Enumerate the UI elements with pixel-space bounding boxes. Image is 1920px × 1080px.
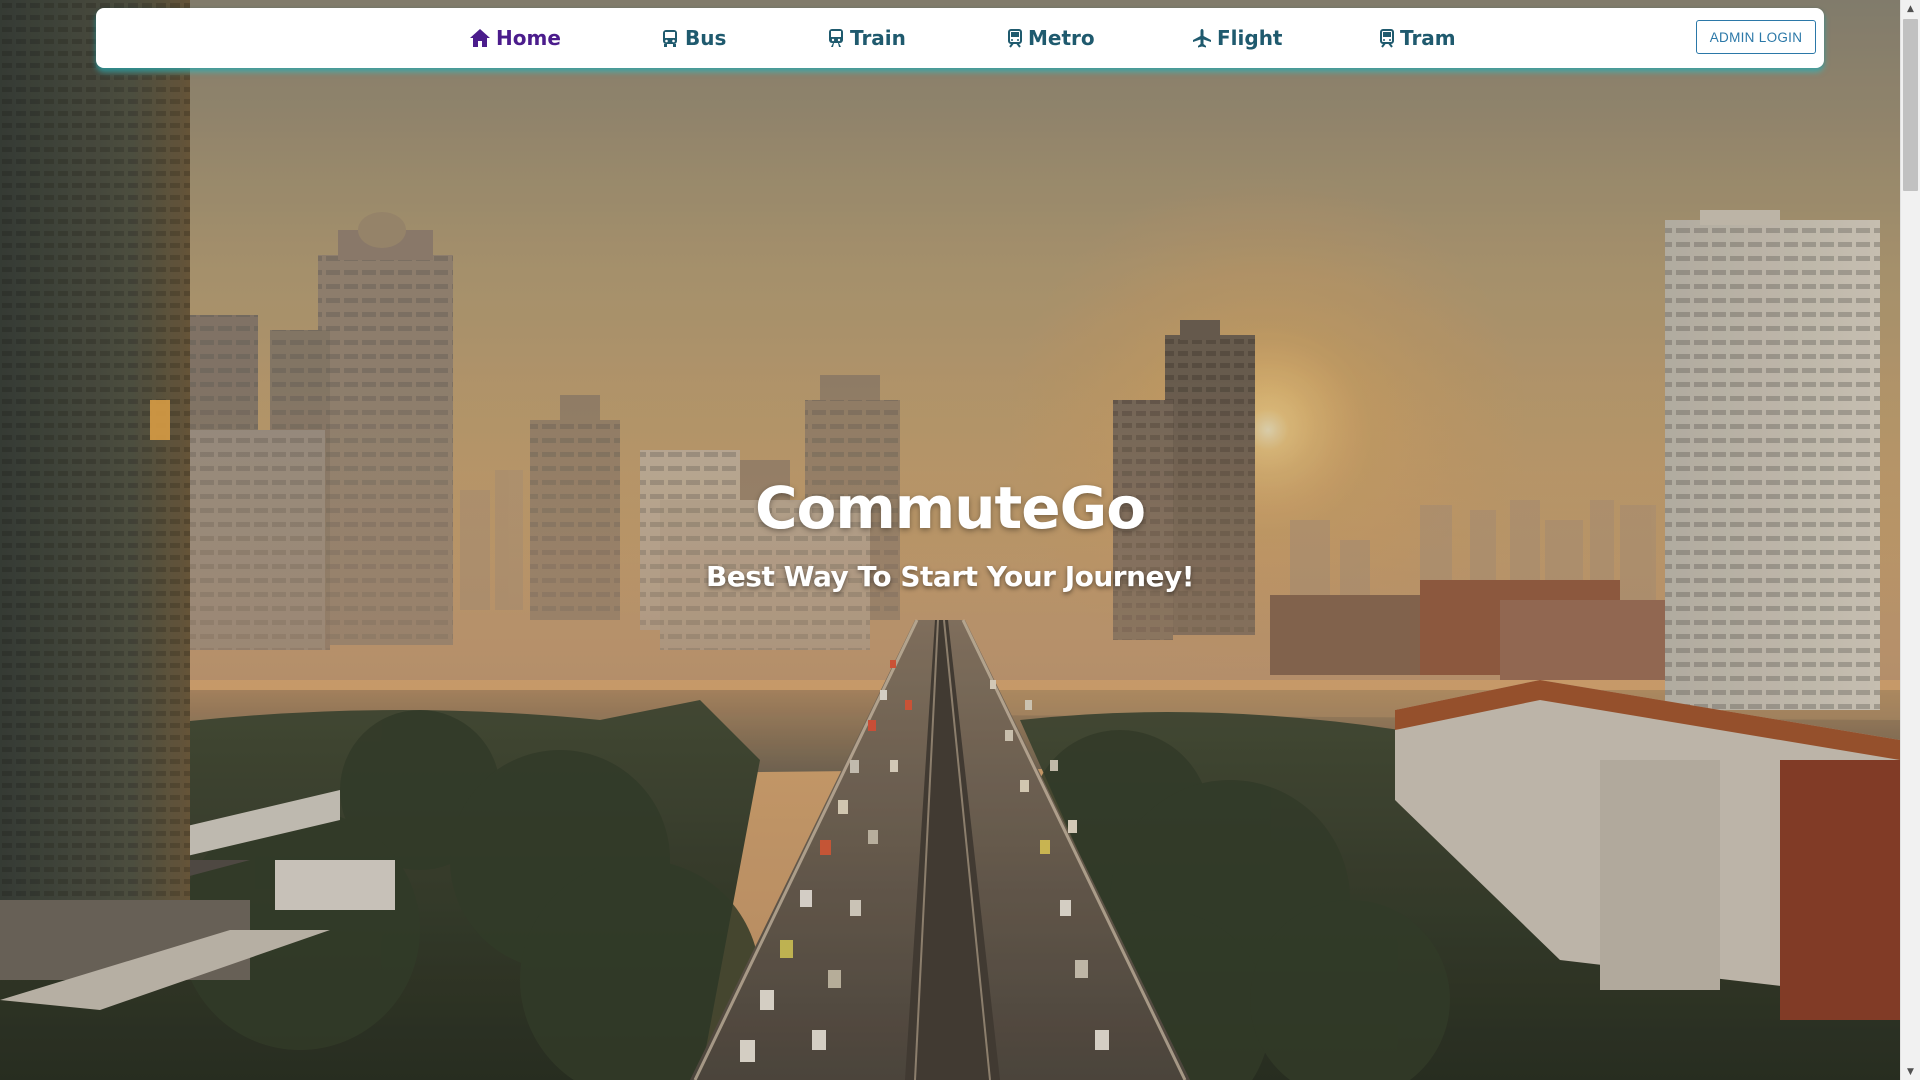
nav-tram-label: Tram <box>1400 26 1456 50</box>
nav-metro-label: Metro <box>1028 26 1095 50</box>
plane-icon <box>1192 28 1212 48</box>
admin-login-button[interactable]: ADMIN LOGIN <box>1696 20 1816 54</box>
nav-bus-label: Bus <box>685 26 727 50</box>
nav-metro-link[interactable]: Metro <box>1007 8 1095 68</box>
scrollbar-thumb[interactable] <box>1903 19 1918 191</box>
tram-icon <box>1379 28 1395 48</box>
scroll-down-arrow-icon[interactable]: ▼ <box>1901 1063 1920 1080</box>
nav-train-link[interactable]: Train <box>827 8 906 68</box>
nav-flight-link[interactable]: Flight <box>1192 8 1283 68</box>
bus-icon <box>660 28 680 48</box>
nav-flight-label: Flight <box>1217 26 1283 50</box>
nav-tram-link[interactable]: Tram <box>1379 8 1456 68</box>
nav-train-label: Train <box>850 26 906 50</box>
metro-icon <box>1007 28 1023 48</box>
top-navbar: Home Bus Train Metro Flight Tram ADMIN L… <box>96 8 1824 68</box>
home-icon <box>469 28 491 48</box>
nav-home-link[interactable]: Home <box>469 8 561 68</box>
hero-subtitle: Best Way To Start Your Journey! <box>705 560 1195 593</box>
scroll-up-arrow-icon[interactable]: ▲ <box>1901 0 1920 17</box>
train-icon <box>827 28 845 48</box>
page-scrollbar[interactable]: ▲ ▼ <box>1900 0 1920 1080</box>
nav-home-label: Home <box>496 26 561 50</box>
hero-title: CommuteGo <box>754 474 1146 542</box>
nav-bus-link[interactable]: Bus <box>660 8 726 68</box>
